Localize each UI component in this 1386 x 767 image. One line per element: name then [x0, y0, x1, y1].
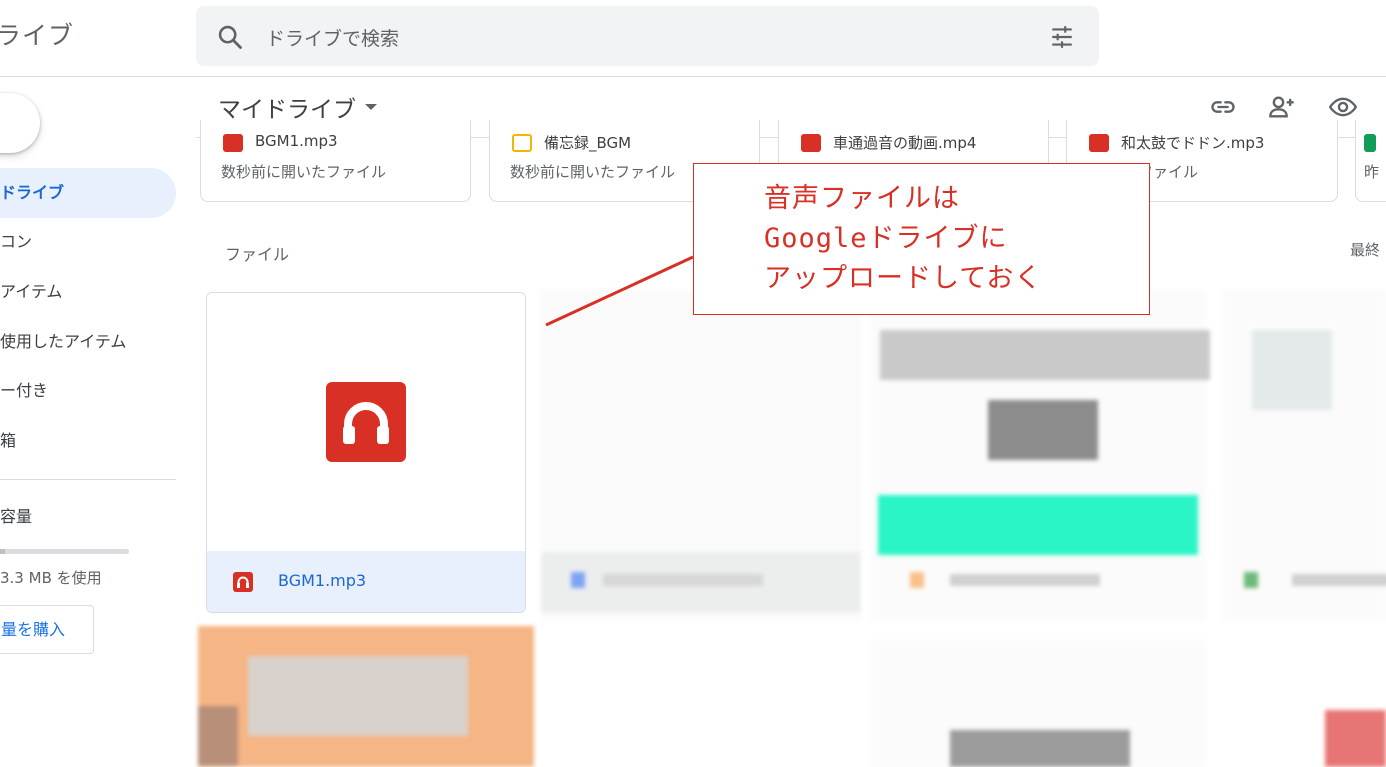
- quick-access-name: 和太鼓でドドン.mp3: [1121, 134, 1265, 152]
- topbar-divider: [0, 76, 1386, 77]
- sidebar-item-my-drive[interactable]: ドライブ: [0, 168, 176, 218]
- quick-access-name: BGM1.mp3: [255, 132, 338, 150]
- annotation-callout: 音声ファイルは Googleドライブに アップロードしておく: [693, 163, 1150, 315]
- quick-access-name: 備忘録_BGM: [544, 134, 632, 152]
- file-card-blurred[interactable]: [870, 640, 1206, 767]
- quick-access-subtitle: 昨: [1364, 163, 1380, 181]
- sidebar-item-starred[interactable]: ー付き: [0, 366, 176, 416]
- file-card-blurred[interactable]: [870, 290, 1210, 620]
- search-bar[interactable]: ドライブで検索: [196, 6, 1099, 66]
- file-card-blurred[interactable]: [541, 290, 861, 620]
- audio-icon: [223, 134, 243, 152]
- annotation-line: アップロードしておく: [764, 263, 1043, 294]
- sort-label[interactable]: 最終: [1350, 239, 1380, 260]
- eye-icon[interactable]: [1329, 93, 1357, 121]
- quick-access-card[interactable]: BGM1.mp3 数秒前に開いたファイル: [200, 120, 471, 202]
- link-icon[interactable]: [1209, 93, 1237, 121]
- section-label-files: ファイル: [225, 245, 290, 264]
- audio-icon: [233, 572, 253, 592]
- sidebar-item-recent[interactable]: 使用したアイテム: [0, 317, 176, 367]
- file-card-blurred[interactable]: [1222, 290, 1386, 620]
- quick-access-subtitle: 数秒前に開いたファイル: [221, 163, 387, 181]
- file-card-selected[interactable]: BGM1.mp3: [206, 292, 526, 613]
- annotation-line: Googleドライブに: [764, 223, 1008, 254]
- sheets-icon: [1364, 134, 1376, 152]
- slides-icon: [512, 134, 532, 152]
- file-card-blurred[interactable]: [198, 626, 534, 767]
- chevron-down-icon[interactable]: [365, 104, 377, 110]
- audio-icon: [1089, 134, 1109, 152]
- sidebar-item-trash[interactable]: 箱: [0, 416, 176, 466]
- file-card-blurred[interactable]: [1325, 710, 1386, 767]
- search-input[interactable]: ドライブで検索: [266, 24, 399, 51]
- storage-label[interactable]: 容量: [0, 503, 32, 527]
- quick-access-name: 車通過音の動画.mp4: [833, 134, 977, 152]
- sidebar-divider: [0, 479, 176, 480]
- sidebar-item-computers[interactable]: コン: [0, 217, 176, 267]
- annotation-line: 音声ファイルは: [764, 183, 960, 214]
- search-options-icon[interactable]: [1049, 24, 1075, 50]
- new-button[interactable]: [0, 93, 40, 153]
- storage-usage-text: 3.3 MB を使用: [0, 569, 102, 587]
- page-title[interactable]: マイドライブ: [218, 90, 356, 124]
- video-icon: [801, 134, 821, 152]
- quick-access-subtitle: 数秒前に開いたファイル: [510, 163, 676, 181]
- sidebar-item-shared[interactable]: アイテム: [0, 267, 176, 317]
- file-preview: [207, 293, 525, 551]
- headphones-icon: [326, 382, 406, 462]
- share-person-icon[interactable]: [1268, 93, 1296, 121]
- buy-storage-button[interactable]: 量を購入: [0, 605, 94, 654]
- app-title: ライブ: [0, 21, 75, 50]
- search-icon[interactable]: [216, 23, 244, 51]
- quick-access-card[interactable]: 昨: [1355, 120, 1386, 202]
- file-name: BGM1.mp3: [278, 571, 367, 590]
- file-card-footer[interactable]: BGM1.mp3: [207, 551, 525, 612]
- storage-bar: [0, 549, 129, 554]
